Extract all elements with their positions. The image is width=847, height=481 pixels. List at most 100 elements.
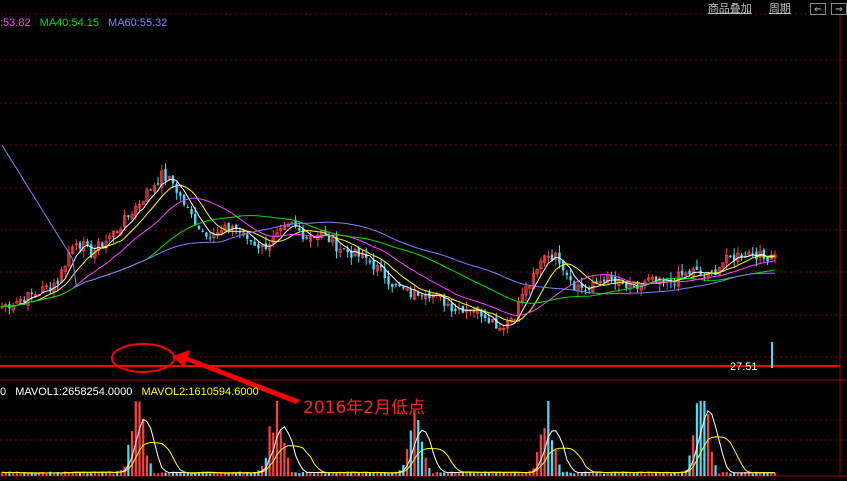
candle-body bbox=[680, 270, 684, 276]
volume-bar bbox=[209, 473, 212, 476]
volume-bar bbox=[558, 464, 561, 476]
volume-bar bbox=[476, 472, 479, 476]
candle-body bbox=[762, 249, 766, 259]
candle-body bbox=[342, 248, 346, 250]
ma40-line bbox=[1, 214, 776, 308]
volume-bar bbox=[238, 471, 241, 476]
volume-bar bbox=[119, 470, 123, 476]
volume-bar bbox=[669, 473, 673, 476]
volume-bar bbox=[417, 419, 420, 476]
volume-bar bbox=[610, 472, 613, 476]
candle-body bbox=[56, 280, 59, 284]
volume-bar bbox=[268, 426, 271, 476]
volume-bar bbox=[112, 473, 115, 476]
volume-bar bbox=[662, 473, 665, 476]
ma20-line bbox=[1, 197, 776, 317]
candle-body bbox=[156, 183, 160, 185]
candle-body bbox=[483, 314, 487, 319]
volume-bar bbox=[294, 472, 297, 476]
volume-bar bbox=[480, 473, 483, 476]
volume-bar bbox=[591, 472, 594, 476]
ma5-line bbox=[1, 178, 776, 327]
volume-bar bbox=[342, 473, 346, 476]
volume-bar bbox=[12, 473, 15, 476]
volume-bar bbox=[313, 473, 316, 476]
volume-bar bbox=[327, 472, 331, 476]
volume-bar bbox=[495, 473, 498, 476]
volume-bar bbox=[703, 401, 706, 476]
candle-body bbox=[194, 213, 197, 225]
volume-bar bbox=[90, 472, 93, 476]
candle-body bbox=[249, 239, 253, 242]
volume-bar bbox=[707, 413, 710, 476]
volume-bar bbox=[398, 470, 401, 476]
annotation-circle bbox=[111, 343, 175, 373]
candle-body bbox=[305, 237, 308, 239]
candle-body bbox=[710, 270, 714, 272]
volume-bar bbox=[246, 473, 249, 476]
support-price-label: 27.51 bbox=[730, 361, 758, 373]
period-button[interactable]: 周期 bbox=[769, 0, 791, 16]
volume-bar bbox=[160, 472, 163, 476]
volume-bar bbox=[287, 457, 290, 476]
candle-body bbox=[101, 242, 104, 247]
volume-bar bbox=[565, 471, 568, 476]
candle-body bbox=[729, 255, 732, 258]
candle-body bbox=[703, 276, 706, 278]
volume-bar bbox=[714, 465, 717, 476]
volume-bar bbox=[573, 473, 576, 476]
volume-bar bbox=[227, 473, 230, 476]
candle-body bbox=[420, 295, 424, 297]
volume-bar bbox=[521, 473, 524, 476]
candle-body bbox=[190, 209, 193, 215]
candle-body bbox=[253, 241, 256, 246]
candle-body bbox=[695, 266, 699, 271]
candle-body bbox=[409, 289, 412, 297]
candle-body bbox=[186, 206, 190, 208]
volume-bar bbox=[625, 473, 628, 476]
volume-bar bbox=[446, 473, 450, 476]
volume-bar bbox=[695, 403, 699, 476]
candle-body bbox=[246, 234, 249, 239]
volume-bar bbox=[391, 473, 394, 476]
volume-bar bbox=[97, 472, 100, 476]
candle-body bbox=[632, 285, 635, 287]
volume-bar bbox=[736, 473, 739, 476]
volume-bar bbox=[710, 451, 713, 476]
candle-body bbox=[391, 283, 394, 287]
volume-bar bbox=[424, 457, 427, 476]
volume-bar bbox=[435, 471, 438, 476]
candle-body bbox=[346, 249, 349, 253]
volume-bar bbox=[405, 449, 409, 476]
volume-bar bbox=[127, 444, 130, 476]
volume-bar bbox=[439, 472, 442, 476]
mavol2-line bbox=[1, 436, 775, 474]
volume-bar bbox=[718, 473, 721, 476]
volume-bar bbox=[249, 473, 253, 476]
candle-body bbox=[368, 260, 372, 263]
candle-body bbox=[487, 317, 491, 324]
volume-bar bbox=[156, 473, 160, 476]
nav-right-icon[interactable]: ⇒ bbox=[831, 3, 847, 15]
volume-bar bbox=[517, 472, 520, 476]
volume-bar bbox=[528, 470, 531, 476]
candle-body bbox=[227, 223, 230, 230]
volume-legend: 0 MAVOL1:2658254.0000 MAVOL2:1610594.600… bbox=[0, 386, 265, 398]
candle-body bbox=[565, 272, 569, 276]
volume-bar bbox=[524, 473, 528, 476]
candle-body bbox=[688, 270, 691, 275]
volume-bar bbox=[536, 451, 539, 476]
volume-bar bbox=[52, 473, 56, 476]
candle-body bbox=[30, 292, 33, 295]
overlay-button[interactable]: 商品叠加 bbox=[708, 0, 752, 16]
candle-body bbox=[454, 309, 457, 312]
volume-bar bbox=[431, 473, 435, 476]
volume-bar bbox=[747, 472, 751, 476]
volume-bar bbox=[86, 473, 89, 476]
nav-left-icon[interactable]: ⇐ bbox=[809, 3, 826, 15]
candle-body bbox=[372, 260, 375, 270]
candle-body bbox=[205, 232, 208, 237]
volume-bar bbox=[279, 431, 282, 476]
candle-body bbox=[86, 241, 89, 245]
annotation-text: 2016年2月低点 bbox=[303, 398, 426, 418]
